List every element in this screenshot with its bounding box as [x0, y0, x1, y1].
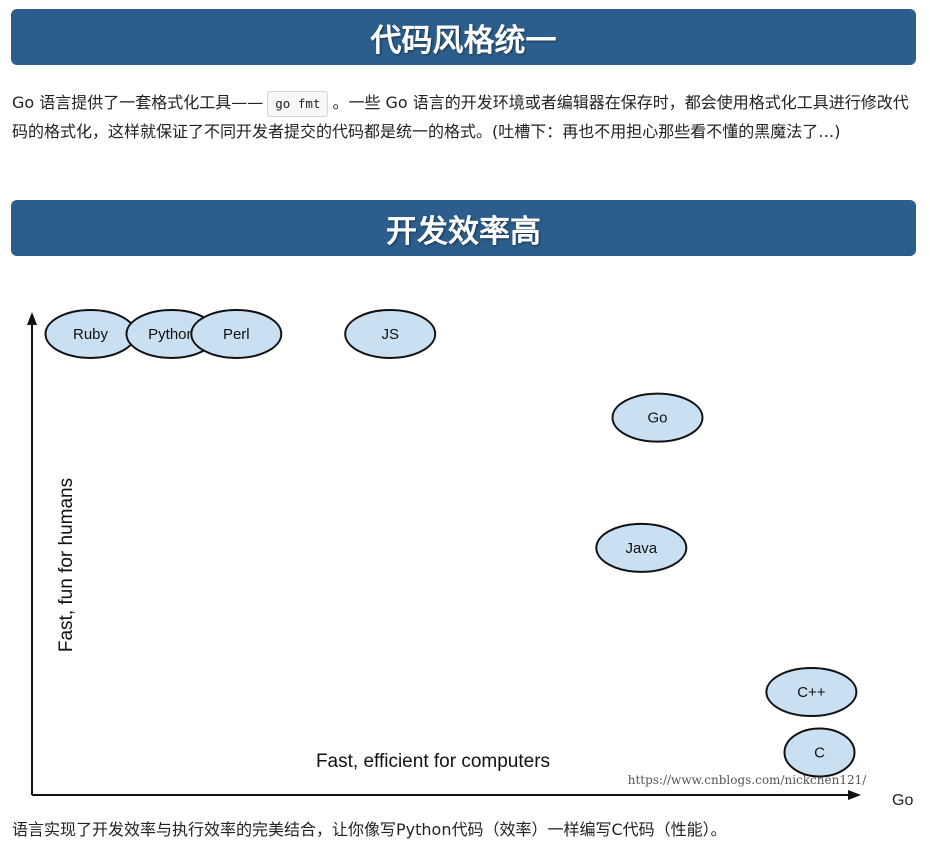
bubble-label-go: Go [647, 410, 667, 427]
point-java: Java [595, 522, 688, 573]
y-axis-label: Fast, fun for humans [56, 478, 77, 652]
inline-code-go-fmt: go fmt [267, 90, 329, 117]
paragraph-code-style: Go 语言提供了一套格式化工具—— go fmt 。一些 Go 语言的开发环境或者编… [12, 88, 917, 146]
chart-axes [27, 312, 861, 800]
bubble-label-java: Java [625, 540, 657, 557]
paragraph-efficiency: 语言实现了开发效率与执行效率的完美结合，让你像写Python代码（效率）一样编写… [12, 820, 727, 839]
x-axis-label: Fast, efficient for computers [316, 751, 550, 772]
bubble-label-perl: Perl [223, 326, 250, 343]
bubble-label-python: Python [148, 326, 195, 343]
language-efficiency-chart: Fast, fun for humans Fast, efficient for… [27, 308, 867, 800]
section-title-code-style: 代码风格统一 [11, 9, 916, 65]
chart-points: Ruby Python Perl JS Go Java C++ C [44, 308, 858, 778]
go-trailing-word: Go [892, 792, 914, 809]
point-c: C [783, 727, 856, 778]
point-ruby: Ruby [44, 308, 137, 359]
point-perl: Perl [190, 308, 283, 359]
point-cplusplus: C++ [765, 667, 858, 717]
point-js: JS [344, 308, 437, 359]
bubble-label-ruby: Ruby [73, 326, 109, 343]
paragraph-text-before: Go 语言提供了一套格式化工具—— [12, 93, 264, 112]
section-title-dev-efficiency: 开发效率高 [11, 200, 916, 256]
bubble-label-cplusplus: C++ [797, 684, 826, 701]
bubble-label-js: JS [381, 326, 399, 343]
y-axis-arrow [27, 312, 37, 325]
point-go: Go [611, 392, 704, 443]
bubble-label-c: C [814, 744, 825, 761]
x-axis-arrow [848, 790, 861, 800]
